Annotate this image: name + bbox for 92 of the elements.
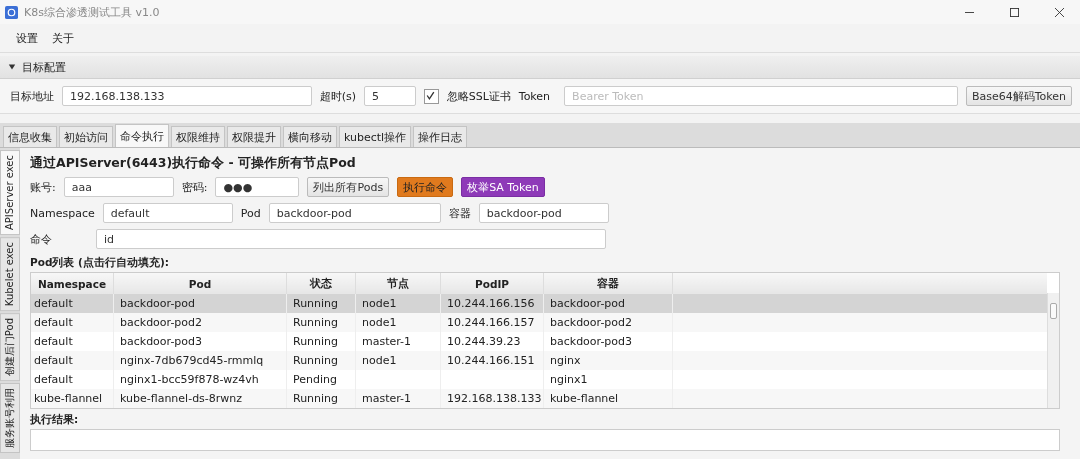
table-cell: master-1 — [362, 392, 412, 405]
table-cell: kube-flannel — [550, 392, 619, 405]
field-label: Namespace — [30, 206, 95, 220]
tab[interactable]: kubectl操作 — [339, 126, 412, 147]
container-field[interactable]: backdoor-pod — [478, 203, 609, 223]
table-cell: backdoor-pod — [550, 297, 626, 310]
column-header[interactable]: 节点 — [355, 273, 441, 294]
column-header[interactable]: Namespace — [31, 273, 114, 294]
result-label: 执行结果: — [30, 412, 80, 427]
decode-button[interactable]: Base64解码Token — [965, 86, 1072, 106]
table-cell: 10.244.166.157 — [447, 316, 535, 329]
tab[interactable]: 操作日志 — [413, 126, 468, 147]
table-cell: default — [34, 335, 73, 348]
table-cell: Running — [293, 392, 339, 405]
tab[interactable]: 权限提升 — [227, 126, 281, 147]
table-cell: node1 — [362, 354, 397, 367]
side-tab[interactable]: APIServer exec — [0, 150, 20, 236]
namespace-field[interactable]: default — [102, 203, 233, 223]
field-label: Token — [518, 89, 551, 103]
table-cell: Running — [293, 354, 339, 367]
table-cell: backdoor-pod3 — [120, 335, 203, 348]
table-cell: 10.244.166.156 — [447, 297, 535, 310]
field-label: 目标地址 — [10, 88, 54, 104]
pod-field[interactable]: backdoor-pod — [268, 203, 441, 223]
table-cell: Running — [293, 335, 339, 348]
column-header[interactable]: Pod — [113, 273, 287, 294]
app-icon — [5, 5, 18, 19]
table-cell: 10.244.166.151 — [447, 354, 535, 367]
table-cell: default — [34, 316, 73, 329]
tab[interactable]: 权限维持 — [171, 126, 225, 147]
timeout-field[interactable]: 5 — [364, 86, 417, 106]
table-cell: kube-flannel-ds-8rwnz — [120, 392, 243, 405]
selected-row[interactable]: default backdoor-pod Running node1 10.244.166.156 backdoor-pod — [31, 294, 1047, 313]
token-field[interactable]: Bearer Token — [564, 86, 958, 106]
table-cell: nginx — [550, 354, 581, 367]
table-cell: backdoor-pod2 — [120, 316, 203, 329]
table-cell: node1 — [362, 316, 397, 329]
section-title: 目标配置 — [22, 59, 66, 75]
side-tab[interactable]: 创建后门Pod — [0, 313, 20, 382]
table-cell: backdoor-pod3 — [550, 335, 633, 348]
table-cell: node1 — [362, 297, 397, 310]
field-label: 账号: — [30, 179, 56, 195]
scrollbar[interactable] — [1047, 293, 1059, 408]
section-header[interactable]: 目标配置 — [0, 56, 1080, 79]
field-label: 容器 — [448, 205, 471, 221]
table-cell: backdoor-pod2 — [550, 316, 633, 329]
password-field[interactable]: ●●● — [215, 177, 300, 197]
table-row[interactable]: default nginx-7db679cd45-rmmlq Running node1 10.244.166.151 nginx — [31, 351, 1047, 370]
tab[interactable]: 信息收集 — [3, 126, 57, 147]
menu-item[interactable]: 设置 — [16, 30, 38, 46]
table-cell: Running — [293, 297, 339, 310]
table-cell: backdoor-pod — [120, 297, 196, 310]
table-cell: 10.244.39.23 — [447, 335, 521, 348]
table-cell: nginx1 — [550, 373, 588, 386]
table-row[interactable]: default backdoor-pod2 Running node1 10.244.166.157 backdoor-pod2 — [31, 313, 1047, 332]
table-cell: kube-flannel — [34, 392, 103, 405]
side-tab[interactable]: Kubelet exec — [0, 237, 20, 312]
table-cell: default — [34, 373, 73, 386]
table-label: Pod列表 (点击行自动填充): — [30, 255, 170, 270]
action-button[interactable]: 枚举SA Token — [461, 177, 545, 197]
column-header[interactable]: 状态 — [286, 273, 356, 294]
tab[interactable]: 横向移动 — [283, 126, 337, 147]
field-label: Pod — [240, 206, 261, 220]
close-icon[interactable] — [1055, 7, 1064, 17]
checkbox[interactable] — [424, 88, 439, 104]
table-cell: master-1 — [362, 335, 412, 348]
action-button[interactable]: 列出所有Pods — [307, 177, 390, 197]
table-cell: Running — [293, 316, 339, 329]
field-label: 命令 — [30, 231, 53, 247]
field-label: 超时(s) — [319, 88, 357, 104]
table-row[interactable]: kube-flannel kube-flannel-ds-8rwnz Running master-1 192.168.138.133 kube-flannel — [31, 389, 1047, 408]
column-header[interactable]: 容器 — [543, 273, 673, 294]
tab[interactable]: 初始访问 — [59, 126, 113, 147]
table-cell: 192.168.138.133 — [447, 392, 542, 405]
address-field[interactable]: 192.168.138.133 — [62, 86, 312, 106]
field-label: 密码: — [181, 179, 208, 195]
menu-item[interactable]: 关于 — [52, 30, 74, 46]
checkbox-label: 忽略SSL证书 — [446, 88, 511, 104]
maximize-icon[interactable] — [1010, 7, 1019, 17]
column-header[interactable]: PodIP — [440, 273, 544, 294]
action-button[interactable]: 执行命令 — [397, 177, 454, 197]
command-field[interactable]: id — [96, 229, 606, 249]
account-field[interactable]: aaa — [63, 177, 174, 197]
table-cell: default — [34, 297, 73, 310]
side-tab[interactable]: 服务账号利用 — [0, 383, 20, 454]
table-cell: nginx-7db679cd45-rmmlq — [120, 354, 264, 367]
table-cell: Pending — [293, 373, 337, 386]
table-cell: default — [34, 354, 73, 367]
tab[interactable]: 命令执行 — [115, 124, 169, 147]
panel-heading: 通过APIServer(6443)执行命令 - 可操作所有节点Pod — [30, 154, 357, 172]
window-title: K8s综合渗透测试工具 v1.0 — [24, 4, 160, 20]
table-cell: nginx1-bcc59f878-wz4vh — [120, 373, 259, 386]
